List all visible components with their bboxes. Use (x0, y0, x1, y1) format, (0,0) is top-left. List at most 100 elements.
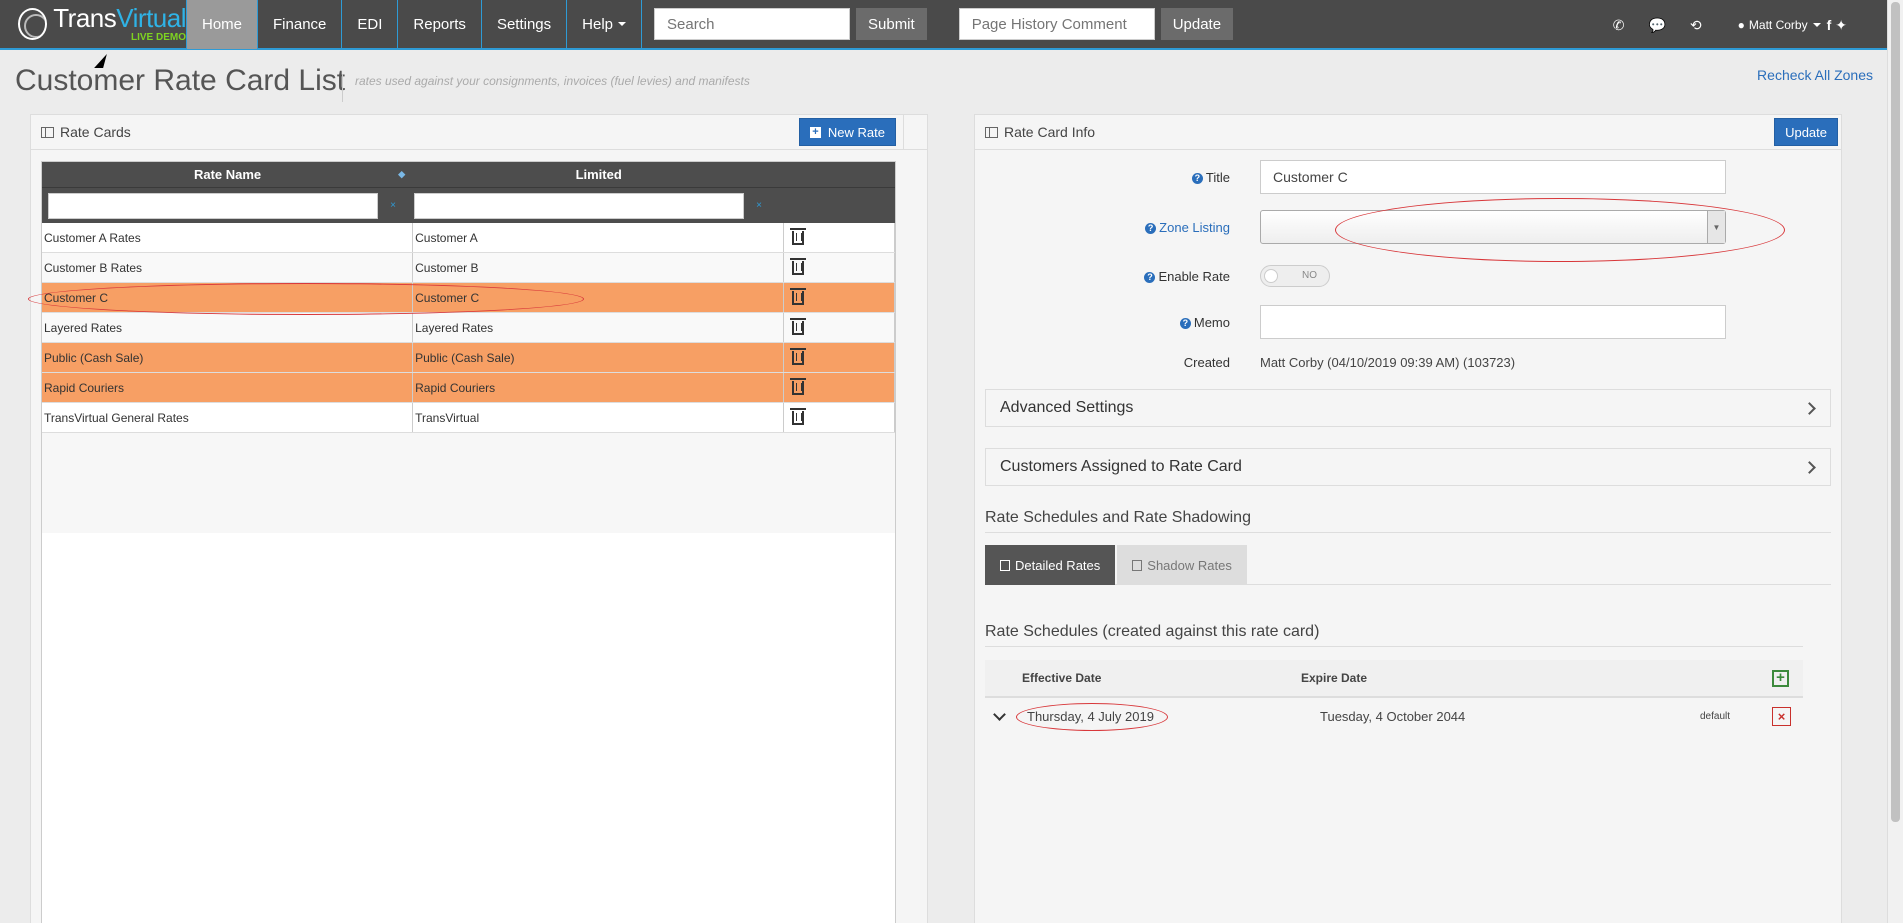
chevron-right-icon (1803, 461, 1816, 474)
clear-filter-icon[interactable]: × (378, 200, 408, 211)
scrollbar-thumb[interactable] (1891, 2, 1900, 822)
copy-icon (1132, 559, 1143, 571)
logo[interactable]: TransVirtual LIVE DEMO (0, 0, 186, 49)
zone-listing-label[interactable]: Zone Listing (1159, 220, 1230, 235)
add-schedule-button[interactable]: + (1772, 670, 1789, 687)
actions-cell (784, 313, 895, 342)
title-input[interactable]: Customer C (1260, 160, 1726, 194)
schedule-row[interactable]: Thursday, 4 July 2019 Tuesday, 4 October… (985, 698, 1803, 734)
actions-cell (784, 283, 895, 312)
chat-icon[interactable]: 💬 (1648, 17, 1665, 34)
new-rate-button[interactable]: + New Rate (798, 118, 896, 146)
tab-shadow-rates[interactable]: Shadow Rates (1117, 545, 1247, 585)
filter-row: × × (42, 187, 895, 223)
table-row[interactable]: Customer B Rates Customer B (42, 253, 895, 283)
delete-schedule-button[interactable]: × (1772, 707, 1791, 726)
nav-help[interactable]: Help (567, 0, 642, 49)
tab-detailed-rates[interactable]: Detailed Rates (985, 545, 1116, 585)
table-row[interactable]: Customer A Rates Customer A (42, 223, 895, 253)
phone-icon[interactable]: ✆ (1613, 17, 1625, 34)
sort-icon[interactable]: ◆ (398, 169, 405, 180)
customers-assigned-accordion[interactable]: Customers Assigned to Rate Card (985, 448, 1831, 486)
history-icon[interactable]: ⟲ (1690, 17, 1702, 34)
help-icon[interactable]: ? (1145, 222, 1157, 234)
table-row[interactable]: Customer C Customer C (42, 283, 895, 313)
rate-schedules-heading: Rate Schedules and Rate Shadowing (985, 509, 1831, 533)
clear-filter-icon[interactable]: × (744, 200, 774, 211)
rate-name-filter-input[interactable] (48, 192, 378, 219)
rate-name-cell: Layered Rates (42, 313, 414, 342)
trash-icon[interactable] (790, 287, 807, 305)
recheck-all-zones-link[interactable]: Recheck All Zones (1757, 67, 1873, 83)
help-icon[interactable]: ? (1144, 271, 1156, 283)
page-scrollbar[interactable] (1887, 0, 1903, 923)
update-button[interactable]: Update (1774, 118, 1838, 146)
submit-button[interactable]: Submit (856, 8, 927, 40)
caret-down-icon (1812, 23, 1821, 27)
title-row: ? Title Customer C (975, 160, 1726, 194)
rate-name-cell: Customer B Rates (42, 253, 414, 282)
column-limited[interactable]: Limited (413, 162, 784, 187)
table-row[interactable]: Public (Cash Sale) Public (Cash Sale) (42, 343, 895, 373)
chevron-right-icon (1803, 402, 1816, 415)
rate-schedules-table: Effective Date Expire Date + Thursday, 4… (985, 660, 1803, 734)
trash-icon[interactable] (790, 227, 807, 245)
rate-cards-title: Rate Cards (60, 124, 131, 140)
trash-icon[interactable] (790, 317, 807, 335)
help-icon[interactable]: ? (1179, 317, 1191, 329)
enable-rate-row: ? Enable Rate NO (975, 265, 1330, 287)
rate-cards-table: Rate Name ◆ Limited × × Customer A Rates C… (41, 161, 896, 923)
zone-listing-select[interactable]: ▼ (1260, 210, 1726, 244)
rate-cards-panel: Rate Cards + New Rate Rate Name ◆ Limited… (30, 114, 928, 923)
memo-input[interactable] (1260, 305, 1726, 339)
trash-icon[interactable] (790, 377, 807, 395)
advanced-settings-accordion[interactable]: Advanced Settings (985, 389, 1831, 427)
memo-row: ? Memo (975, 305, 1726, 339)
nav-finance[interactable]: Finance (258, 0, 343, 49)
nav-edi[interactable]: EDI (342, 0, 399, 49)
rate-name-cell: Customer C (42, 283, 414, 312)
rate-card-info-header: Rate Card Info Update (975, 115, 1841, 150)
search-input[interactable] (654, 8, 850, 40)
limited-cell: Customer B (413, 253, 785, 282)
rate-tabs: Detailed Rates Shadow Rates (985, 545, 1831, 585)
table-icon (41, 126, 54, 138)
nav-reports[interactable]: Reports (398, 0, 482, 49)
table-body: Customer A Rates Customer A Customer B Rat… (42, 223, 895, 433)
limited-cell: Customer C (413, 283, 785, 312)
nav-settings[interactable]: Settings (482, 0, 568, 49)
limited-cell: Customer A (413, 223, 785, 252)
rate-card-info-title: Rate Card Info (1004, 124, 1096, 140)
effective-date: Thursday, 4 July 2019 (1027, 708, 1154, 724)
history-update-button[interactable]: Update (1160, 8, 1234, 40)
nav-home[interactable]: Home (186, 0, 259, 49)
page-subtitle: rates used against your consignments, in… (342, 74, 750, 102)
logo-text-trans: Trans (53, 3, 117, 33)
schedules-header: Effective Date Expire Date + (985, 660, 1803, 698)
column-expire-date: Expire Date (1301, 671, 1368, 685)
column-rate-name[interactable]: Rate Name ◆ (42, 162, 413, 187)
trash-icon[interactable] (790, 257, 807, 275)
actions-cell (784, 253, 895, 282)
rate-card-info-panel: Rate Card Info Update ? Title Customer C … (974, 114, 1842, 923)
trash-icon[interactable] (790, 347, 807, 365)
table-row[interactable]: Rapid Couriers Rapid Couriers (42, 373, 895, 403)
page-title: Customer Rate Card List (15, 64, 346, 97)
caret-down-icon (618, 22, 626, 26)
enable-rate-toggle[interactable]: NO (1260, 265, 1330, 287)
expire-date: Tuesday, 4 October 2044 (1320, 708, 1466, 724)
table-row[interactable]: TransVirtual General Rates TransVirtual (42, 403, 895, 433)
limited-cell: Public (Cash Sale) (413, 343, 785, 372)
help-icon[interactable]: ? (1191, 172, 1203, 184)
rate-cards-header: Rate Cards + New Rate (31, 115, 927, 150)
enable-rate-label: Enable Rate (1158, 268, 1230, 284)
trash-icon[interactable] (790, 407, 807, 425)
logo-sub: LIVE DEMO (130, 32, 186, 43)
table-row[interactable]: Layered Rates Layered Rates (42, 313, 895, 343)
limited-cell: TransVirtual (413, 403, 785, 432)
facebook-icon[interactable]: f (1827, 17, 1832, 33)
limited-filter-input[interactable] (414, 192, 744, 219)
page-history-comment-input[interactable] (958, 8, 1155, 40)
user-menu[interactable]: ● Matt Corby (1738, 18, 1821, 32)
twitter-icon[interactable]: ✦ (1835, 17, 1847, 34)
